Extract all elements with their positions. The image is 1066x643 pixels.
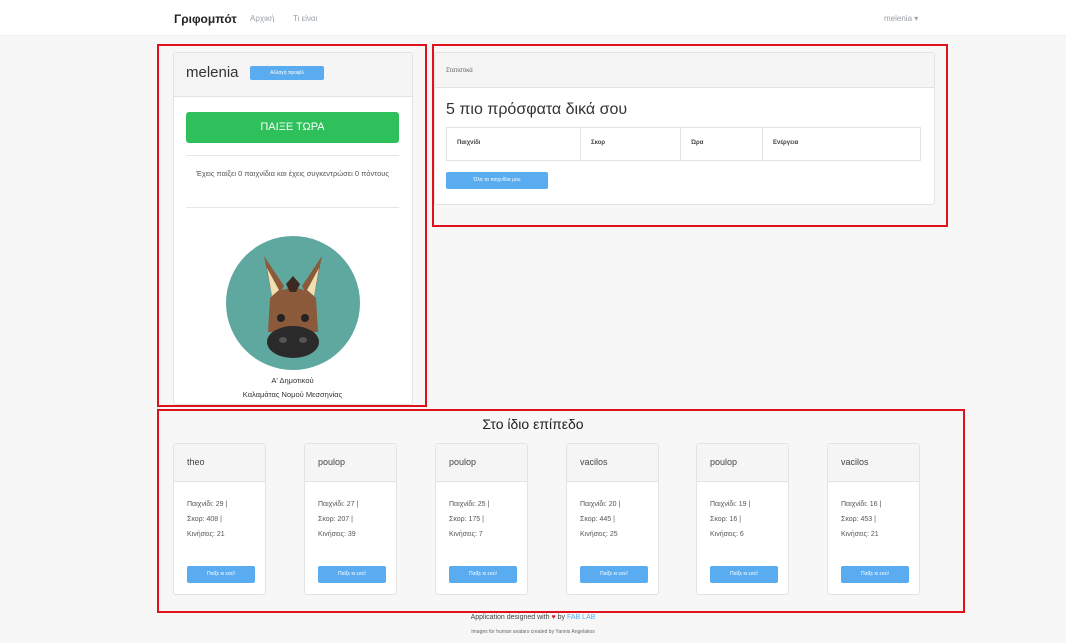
player-score: Σκορ: 453 | bbox=[841, 516, 876, 523]
player-name: poulop bbox=[318, 457, 346, 467]
grade-level: Α' Δημοτικού bbox=[271, 376, 314, 385]
player-moves: Κινήσεις: 7 bbox=[449, 531, 483, 538]
recent-games-table: Παιχνίδι Σκορ Ώρα Ενέργεια bbox=[446, 127, 921, 161]
player-card: vacilos Παιχνίδι: 16 | Σκορ: 453 | Κινήσ… bbox=[827, 443, 920, 595]
player-card: vacilos Παιχνίδι: 20 | Σκορ: 445 | Κινήσ… bbox=[566, 443, 659, 595]
player-score: Σκορ: 445 | bbox=[580, 516, 615, 523]
play-too-button[interactable]: Παίξε κι εσύ! bbox=[841, 566, 909, 583]
player-card-header: poulop bbox=[697, 444, 788, 482]
footer-designed-prefix: Application designed with bbox=[470, 614, 550, 621]
school-location: Καλαμάτας Νομού Μεσσηνίας bbox=[242, 390, 343, 399]
player-card: poulop Παιχνίδι: 19 | Σκορ: 16 | Κινήσει… bbox=[696, 443, 789, 595]
profile-username: melenia bbox=[186, 64, 239, 81]
user-menu-dropdown[interactable]: melenia ▾ bbox=[884, 14, 918, 23]
play-now-button[interactable]: ΠΑΙΞΕ ΤΩΡΑ bbox=[186, 112, 399, 143]
player-moves: Κινήσεις: 39 bbox=[318, 531, 356, 538]
heart-icon: ♥ bbox=[551, 614, 556, 621]
column-separator bbox=[580, 128, 581, 160]
player-games: Παιχνίδι: 29 | bbox=[187, 501, 228, 508]
player-moves: Κινήσεις: 21 bbox=[187, 531, 225, 538]
player-score: Σκορ: 16 | bbox=[710, 516, 742, 523]
play-too-button[interactable]: Παίξε κι εσύ! bbox=[318, 566, 386, 583]
player-moves: Κινήσεις: 6 bbox=[710, 531, 744, 538]
player-card-header: poulop bbox=[436, 444, 527, 482]
played-summary-text: Έχεις παίξει 0 παιχνίδια και έχεις συγκε… bbox=[196, 169, 389, 178]
footer-by: by bbox=[557, 614, 566, 621]
player-name: vacilos bbox=[841, 457, 869, 467]
player-card: poulop Παιχνίδι: 27 | Σκορ: 207 | Κινήσε… bbox=[304, 443, 397, 595]
player-score: Σκορ: 207 | bbox=[318, 516, 353, 523]
footer-designed: Application designed with ♥ by FAB LAB bbox=[0, 614, 1066, 621]
column-separator bbox=[762, 128, 763, 160]
stats-header-label: Στατιστικά bbox=[446, 68, 473, 74]
player-score: Σκορ: 175 | bbox=[449, 516, 484, 523]
player-games: Παιχνίδι: 16 | bbox=[841, 501, 882, 508]
player-card: poulop Παιχνίδι: 25 | Σκορ: 175 | Κινήσε… bbox=[435, 443, 528, 595]
column-header-score: Σκορ bbox=[591, 140, 606, 146]
fab-lab-link[interactable]: FAB LAB bbox=[567, 614, 595, 621]
column-header-game: Παιχνίδι bbox=[457, 140, 481, 146]
play-too-button[interactable]: Παίξε κι εσύ! bbox=[449, 566, 517, 583]
footer-credits: Images for human avatars created by Yann… bbox=[471, 629, 595, 635]
donkey-avatar-icon bbox=[226, 236, 360, 370]
player-games: Παιχνίδι: 19 | bbox=[710, 501, 751, 508]
player-name: theo bbox=[187, 457, 205, 467]
player-card-header: vacilos bbox=[567, 444, 658, 482]
column-separator bbox=[680, 128, 681, 160]
player-name: poulop bbox=[710, 457, 738, 467]
nav-link-home[interactable]: Αρχική bbox=[250, 14, 274, 23]
player-name: vacilos bbox=[580, 457, 608, 467]
player-moves: Κινήσεις: 25 bbox=[580, 531, 618, 538]
player-games: Παιχνίδι: 20 | bbox=[580, 501, 621, 508]
player-card: theo Παιχνίδι: 29 | Σκορ: 408 | Κινήσεις… bbox=[173, 443, 266, 595]
player-card-header: theo bbox=[174, 444, 265, 482]
change-profile-button[interactable]: Αλλαγή προφίλ bbox=[250, 66, 324, 80]
my-games-button[interactable]: Όλα τα παιχνίδια μου bbox=[446, 172, 548, 189]
brand-logo[interactable]: Γριφομπότ bbox=[174, 12, 237, 26]
divider bbox=[186, 207, 399, 208]
player-games: Παιχνίδι: 27 | bbox=[318, 501, 359, 508]
player-card-header: poulop bbox=[305, 444, 396, 482]
divider bbox=[186, 155, 399, 156]
player-score: Σκορ: 408 | bbox=[187, 516, 222, 523]
play-too-button[interactable]: Παίξε κι εσύ! bbox=[710, 566, 778, 583]
player-name: poulop bbox=[449, 457, 477, 467]
school-grade: Α' Δημοτικού Καλαμάτας Νομού Μεσσηνίας bbox=[186, 374, 399, 402]
play-too-button[interactable]: Παίξε κι εσύ! bbox=[580, 566, 648, 583]
play-too-button[interactable]: Παίξε κι εσύ! bbox=[187, 566, 255, 583]
recent-games-title: 5 πιο πρόσφατα δικά σου bbox=[446, 101, 628, 118]
column-header-time: Ώρα bbox=[691, 140, 704, 146]
same-level-title: Στο ίδιο επίπεδο bbox=[482, 416, 584, 432]
player-games: Παιχνίδι: 25 | bbox=[449, 501, 490, 508]
player-moves: Κινήσεις: 21 bbox=[841, 531, 879, 538]
column-header-action: Ενέργεια bbox=[773, 140, 799, 146]
player-card-header: vacilos bbox=[828, 444, 919, 482]
stats-card-header bbox=[435, 53, 934, 88]
top-navbar: Γριφομπότ Αρχική Τι είναι melenia ▾ bbox=[0, 0, 1066, 36]
nav-link-about[interactable]: Τι είναι bbox=[293, 14, 317, 23]
